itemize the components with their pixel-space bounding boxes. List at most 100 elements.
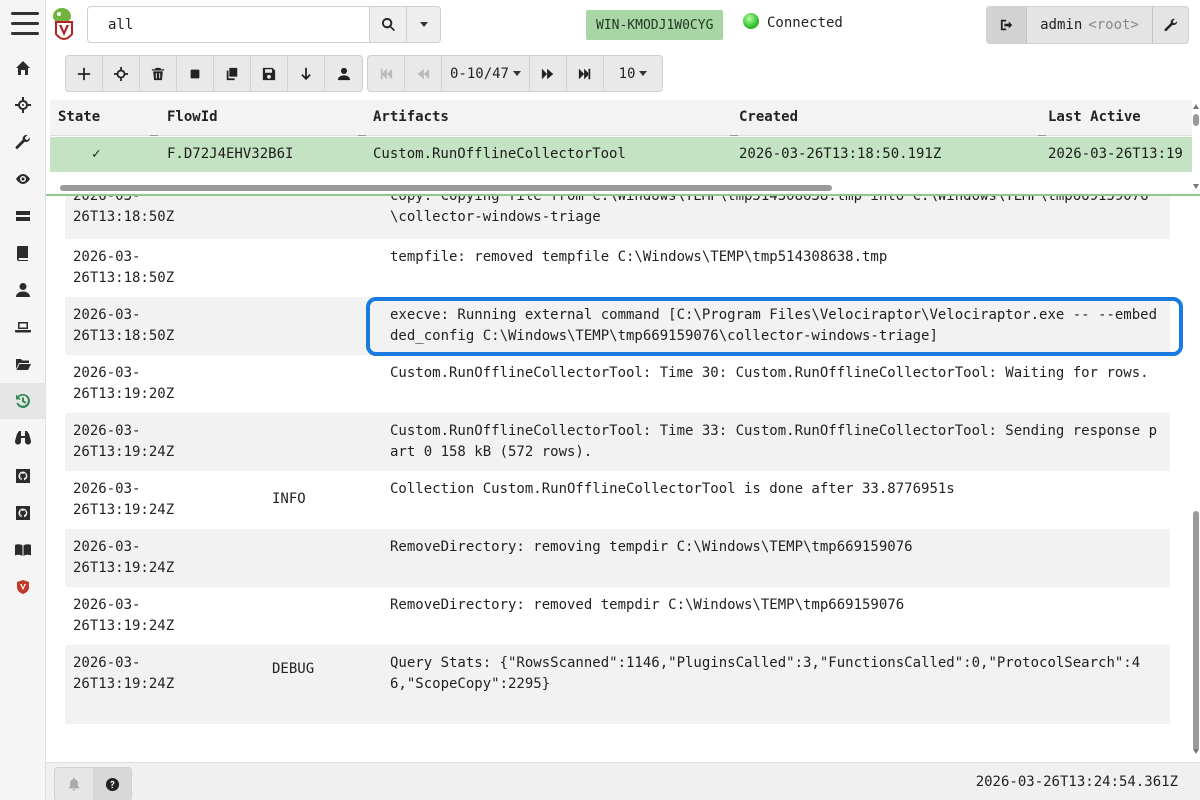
username: admin: [1040, 17, 1083, 33]
scrollbar-thumb[interactable]: [1193, 511, 1199, 751]
search-icon: [381, 17, 395, 32]
stop-icon: [190, 69, 200, 78]
log-time: 2026-03-26T13:19:24Z: [73, 597, 175, 634]
wrench-icon: [1164, 18, 1177, 32]
log-vertical-scrollbar[interactable]: [1192, 196, 1200, 758]
flows-table: State FlowId Artifacts Created Last Acti…: [50, 100, 1192, 190]
crosshairs-icon[interactable]: [0, 87, 46, 123]
column-resizer[interactable]: [1038, 132, 1046, 136]
book-icon[interactable]: [0, 235, 46, 271]
save-icon: [262, 67, 276, 80]
column-header-created[interactable]: Created: [739, 109, 798, 125]
column-header-last-active[interactable]: Last Active: [1048, 109, 1141, 125]
horizontal-scrollbar[interactable]: [60, 185, 832, 191]
delete-button[interactable]: [140, 56, 177, 91]
column-resizer[interactable]: [730, 132, 738, 136]
last-page-button[interactable]: [567, 56, 604, 91]
column-resizer[interactable]: [150, 132, 158, 136]
table-row[interactable]: ✓ F.D72J4EHV32B6I Custom.RunOfflineColle…: [50, 137, 1192, 172]
footer-timestamp: 2026-03-26T13:24:54.361Z: [975, 774, 1178, 790]
chevron-down-icon: [639, 71, 648, 76]
log-row: 2026-03-26T13:19:20Z Custom.RunOfflineCo…: [65, 355, 1170, 413]
forward-icon: [541, 68, 554, 79]
home-icon[interactable]: [0, 50, 46, 86]
flow-created: 2026-03-26T13:18:50.191Z: [739, 146, 942, 162]
footer: 2026-03-26T13:24:54.361Z: [46, 762, 1200, 800]
page-range: 0-10/47: [449, 65, 509, 82]
flow-id: F.D72J4EHV32B6I: [167, 146, 294, 162]
user-button[interactable]: [325, 56, 362, 91]
column-header-artifacts[interactable]: Artifacts: [373, 109, 449, 125]
next-page-button[interactable]: [530, 56, 567, 91]
user-icon: [337, 67, 350, 80]
log-time: 2026-03-26T13:18:50Z: [73, 196, 175, 225]
stop-button[interactable]: [177, 56, 214, 91]
help-button[interactable]: [93, 768, 131, 800]
footer-buttons: [54, 767, 132, 800]
notifications-button[interactable]: [55, 768, 93, 800]
folder-open-icon[interactable]: [0, 346, 46, 382]
column-resizer[interactable]: [358, 132, 366, 136]
log-time: 2026-03-26T13:18:50Z: [73, 249, 175, 286]
settings-button[interactable]: [1152, 7, 1188, 43]
previous-page-button[interactable]: [405, 56, 442, 91]
eye-icon[interactable]: [0, 161, 46, 197]
new-hunt-button[interactable]: [103, 56, 140, 91]
flow-log-table: 2026-03-26T13:18:50Z copy: Copying file …: [46, 196, 1192, 758]
user-role: <root>: [1088, 17, 1139, 33]
user-menu: admin <root>: [986, 6, 1189, 44]
column-header-state[interactable]: State: [58, 109, 100, 125]
flows-vertical-scrollbar[interactable]: [1192, 100, 1200, 190]
column-header-flowid[interactable]: FlowId: [167, 109, 218, 125]
logout-button[interactable]: [987, 7, 1027, 43]
page-size: 10: [618, 65, 636, 82]
log-message: Custom.RunOfflineCollectorTool: Time 30:…: [390, 365, 1149, 381]
log-message: copy: Copying file from C:\Windows\TEMP\…: [390, 196, 1149, 225]
menu-icon[interactable]: [11, 12, 39, 38]
log-row: 2026-03-26T13:18:50Z copy: Copying file …: [65, 196, 1170, 239]
velociraptor-shield-icon[interactable]: [0, 569, 46, 605]
laptop-icon[interactable]: [0, 309, 46, 345]
client-hostname-badge[interactable]: WIN-KMODJ1W0CYG: [586, 10, 724, 40]
highlight-box: [366, 297, 1183, 356]
search-dropdown-button[interactable]: [406, 7, 440, 42]
user-icon[interactable]: [0, 272, 46, 308]
new-collection-button[interactable]: [66, 56, 103, 91]
github-icon[interactable]: [0, 458, 46, 494]
table-header: State FlowId Artifacts Created Last Acti…: [50, 100, 1192, 136]
arrow-down-icon: [301, 67, 311, 80]
book-open-icon[interactable]: [0, 532, 46, 568]
history-icon[interactable]: [0, 383, 46, 419]
wrench-icon[interactable]: [0, 124, 46, 160]
log-row: 2026-03-26T13:18:50Z tempfile: removed t…: [65, 239, 1170, 297]
download-button[interactable]: [288, 56, 325, 91]
log-time: 2026-03-26T13:19:24Z: [73, 655, 175, 692]
first-page-button[interactable]: [368, 56, 405, 91]
copy-button[interactable]: [214, 56, 251, 91]
log-time: 2026-03-26T13:18:50Z: [73, 307, 175, 344]
log-time: 2026-03-26T13:19:24Z: [73, 481, 175, 518]
connection-status: Connected: [767, 15, 843, 31]
user-label[interactable]: admin <root>: [1027, 7, 1152, 43]
search-input[interactable]: [88, 7, 369, 42]
fast-backward-icon: [380, 68, 393, 79]
log-message: Custom.RunOfflineCollectorTool: Time 33:…: [390, 423, 1158, 460]
log-row: 2026-03-26T13:19:24Z DEBUG Query Stats: …: [65, 645, 1170, 724]
log-message: Query Stats: {"RowsScanned":1146,"Plugin…: [390, 655, 1141, 692]
pager: 0-10/47 10: [367, 55, 663, 92]
connected-status-icon: [743, 13, 759, 29]
binoculars-icon[interactable]: [0, 420, 46, 456]
search-button[interactable]: [369, 7, 406, 42]
log-row: 2026-03-26T13:19:24Z RemoveDirectory: re…: [65, 529, 1170, 587]
server-icon[interactable]: [0, 198, 46, 234]
log-row: 2026-03-26T13:19:24Z Custom.RunOfflineCo…: [65, 413, 1170, 471]
github-alt-icon[interactable]: [0, 495, 46, 531]
save-button[interactable]: [251, 56, 288, 91]
page-size-dropdown[interactable]: 10: [604, 56, 662, 91]
log-message: Collection Custom.RunOfflineCollectorToo…: [390, 481, 955, 497]
log-message: tempfile: removed tempfile C:\Windows\TE…: [390, 249, 888, 265]
log-message: RemoveDirectory: removed tempdir C:\Wind…: [390, 597, 905, 613]
page-range-dropdown[interactable]: 0-10/47: [442, 56, 530, 91]
log-time: 2026-03-26T13:19:20Z: [73, 365, 175, 402]
question-circle-icon: [105, 777, 120, 791]
